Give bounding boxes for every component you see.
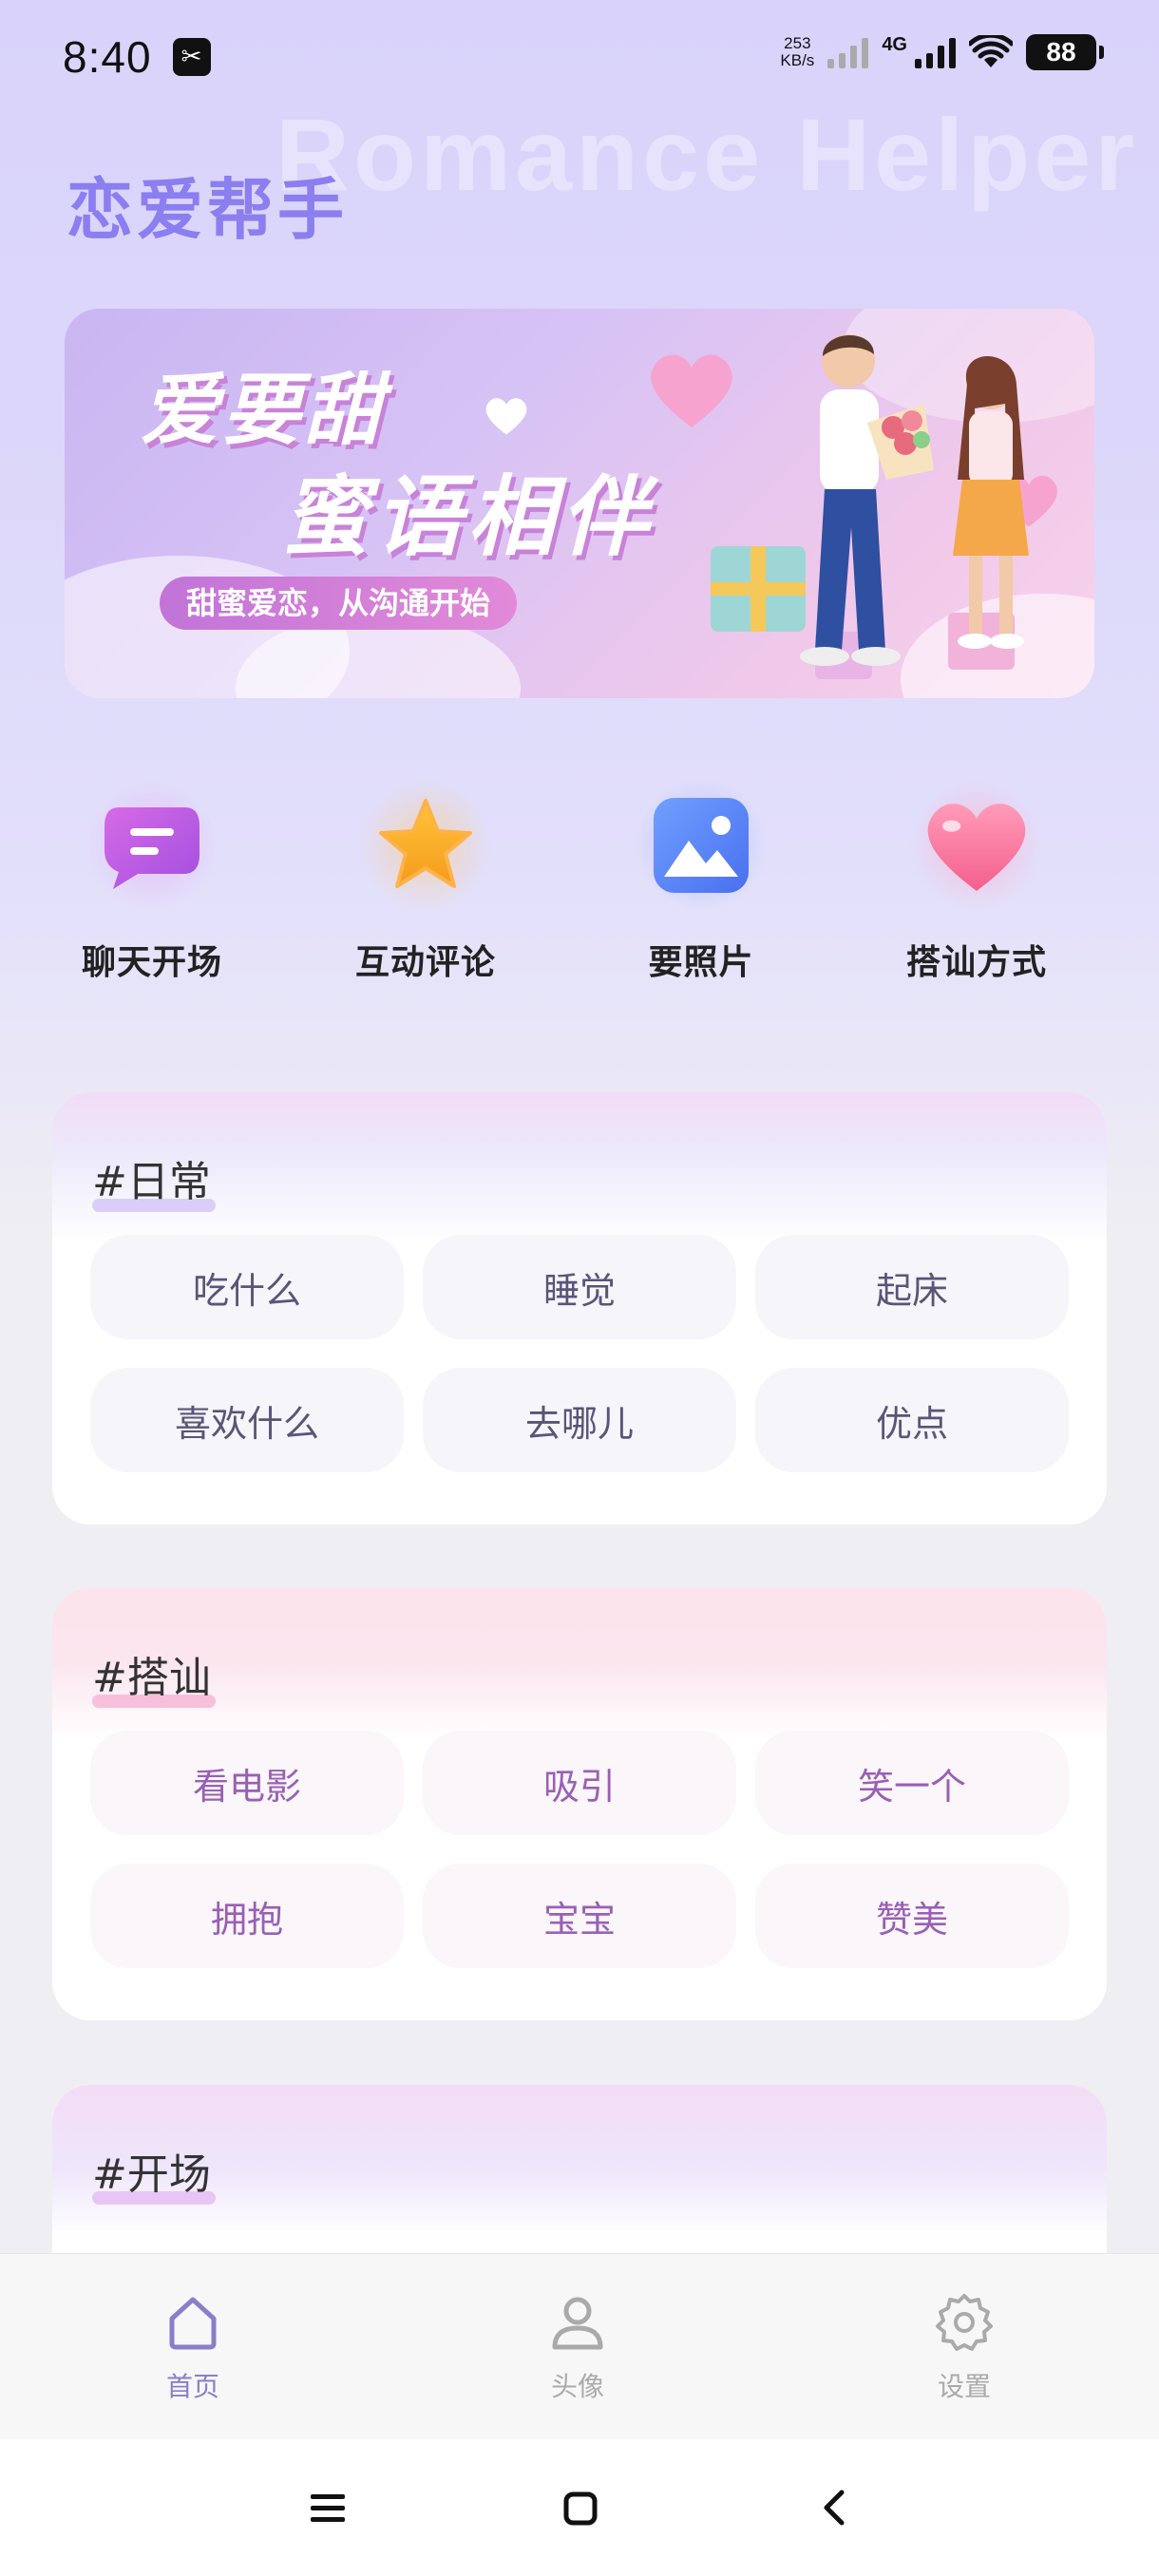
heart-icon [927, 804, 1026, 891]
status-time: 8:40 [63, 32, 152, 82]
tag-button[interactable]: 优点 [755, 1368, 1069, 1472]
tag-button[interactable]: 睡觉 [423, 1235, 736, 1339]
nav-item-home[interactable]: 首页 [98, 2292, 288, 2404]
back-icon[interactable] [819, 2489, 847, 2527]
star-icon [379, 799, 472, 888]
quick-action-label: 要照片 [648, 943, 754, 982]
quick-action-label: 聊天开场 [81, 943, 222, 982]
network-speed-value: 253 [784, 34, 811, 52]
signal-sim2-icon [915, 36, 956, 68]
battery-icon: 88 [1026, 34, 1104, 70]
bottom-navigation: 首页 头像 设置 [0, 2253, 1159, 2439]
nav-item-settings[interactable]: 设置 [869, 2292, 1059, 2404]
category-card-daily: #日常 吃什么 睡觉 起床 喜欢什么 去哪儿 优点 [52, 1092, 1107, 1525]
home-button-icon[interactable] [562, 2491, 598, 2527]
category-title: #日常 [92, 1158, 211, 1206]
network-speed-unit: KB/s [780, 51, 815, 69]
category-title: #搭讪 [92, 1654, 211, 1702]
tag-button[interactable]: 宝宝 [423, 1864, 736, 1968]
promo-banner[interactable]: 爱要甜 蜜语相伴 甜蜜爱恋，从沟通开始 [65, 309, 1094, 698]
tag-button[interactable]: 起床 [755, 1235, 1069, 1339]
photo-icon [654, 798, 749, 893]
menu-icon[interactable] [309, 2492, 347, 2525]
tag-button[interactable]: 喜欢什么 [90, 1368, 404, 1472]
system-navigation-bar [0, 2439, 1159, 2576]
nav-item-avatar[interactable]: 头像 [483, 2292, 673, 2404]
tag-button[interactable]: 吃什么 [90, 1235, 404, 1339]
nav-label: 头像 [550, 2371, 604, 2402]
wifi-icon [969, 35, 1013, 67]
nav-label: 首页 [165, 2371, 219, 2402]
tag-button[interactable]: 笑一个 [755, 1731, 1069, 1835]
quick-action-chat-opener[interactable]: 聊天开场 [28, 779, 276, 984]
banner-headline-1: 爱要甜 [141, 366, 386, 456]
network-type: 4G [882, 34, 907, 55]
quick-actions: 聊天开场 互动评论 要照片 搭讪方式 [0, 779, 1159, 1007]
quick-action-label: 搭讪方式 [905, 943, 1047, 982]
capcut-icon: ✂ [172, 38, 211, 76]
home-icon [169, 2297, 217, 2350]
category-title: #开场 [92, 2150, 211, 2199]
user-icon [552, 2297, 603, 2350]
tag-button[interactable]: 赞美 [755, 1864, 1069, 1968]
category-card-pickup: #搭讪 看电影 吸引 笑一个 拥抱 宝宝 赞美 [52, 1588, 1107, 2020]
tag-button[interactable]: 拥抱 [90, 1864, 404, 1968]
chat-bubble-icon [104, 807, 200, 889]
quick-action-ask-photo[interactable]: 要照片 [578, 779, 825, 984]
nav-label: 设置 [937, 2371, 991, 2402]
gear-icon [936, 2294, 993, 2351]
couple-illustration [711, 334, 1029, 679]
banner-headline-2: 蜜语相伴 [281, 466, 655, 568]
quick-action-comment[interactable]: 互动评论 [302, 779, 549, 984]
quick-action-pickup[interactable]: 搭讪方式 [853, 779, 1100, 984]
heart-decoration-icon [485, 398, 527, 435]
signal-sim1-icon [827, 36, 869, 68]
header-watermark: Romance Helper [276, 97, 1139, 212]
status-indicators: 253 KB/s 4G 88 [780, 34, 1104, 70]
tag-button[interactable]: 吸引 [423, 1731, 736, 1835]
tag-button[interactable]: 看电影 [90, 1731, 404, 1835]
banner-subtitle: 甜蜜爱恋，从沟通开始 [160, 577, 518, 630]
quick-action-label: 互动评论 [354, 943, 496, 982]
tag-button[interactable]: 去哪儿 [423, 1368, 736, 1472]
app-title: 恋爱帮手 [66, 171, 348, 249]
network-speed: 253 KB/s [780, 35, 814, 69]
